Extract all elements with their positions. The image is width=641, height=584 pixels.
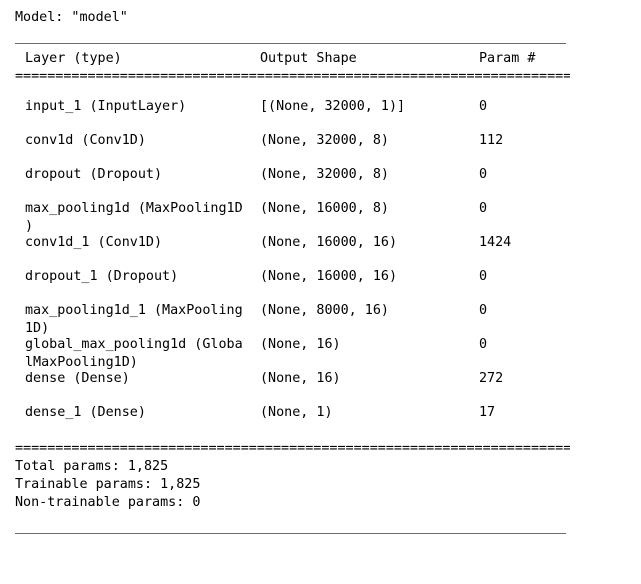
summary-top-rule: [15, 43, 566, 44]
model-summary: Model: "model" Layer (type) Output Shape…: [15, 0, 625, 534]
layer-name-cell: dense (Dense): [25, 370, 265, 388]
layer-name-line1: global_max_pooling1d (Globa: [25, 337, 243, 352]
totals-spacer: [15, 422, 625, 440]
header-separator-line: ========================================…: [15, 69, 570, 84]
param-count-cell: 0: [479, 201, 488, 216]
table-row: global_max_pooling1d (Globa lMaxPooling1D…: [15, 336, 625, 370]
layer-name-line1: dropout (Dropout): [25, 167, 163, 182]
layer-name-cell: conv1d (Conv1D): [25, 132, 265, 150]
param-count-cell: 1424: [479, 235, 512, 250]
output-shape-cell: (None, 16000, 8): [260, 201, 389, 216]
table-row: conv1d (Conv1D) (None, 32000, 8) 112: [15, 132, 625, 150]
layer-name-line1: max_pooling1d (MaxPooling1D: [25, 201, 243, 216]
column-header-param: Param #: [479, 51, 536, 66]
total-params: Total params: 1,825: [15, 459, 169, 474]
layer-name-cell: dense_1 (Dense): [25, 404, 265, 422]
output-shape-cell: (None, 32000, 8): [260, 133, 389, 148]
layer-name-cell: input_1 (InputLayer): [25, 98, 265, 116]
layer-table-body: input_1 (InputLayer) [(None, 32000, 1)] …: [15, 98, 625, 422]
output-shape-cell: (None, 32000, 8): [260, 167, 389, 182]
model-title: Model: "model": [15, 10, 128, 25]
param-count-cell: 0: [479, 167, 488, 182]
trainable-params: Trainable params: 1,825: [15, 477, 201, 492]
param-count-cell: 0: [479, 303, 488, 318]
param-count-cell: 272: [479, 371, 504, 386]
layer-name-cell: dropout (Dropout): [25, 166, 265, 184]
table-row: dropout_1 (Dropout) (None, 16000, 16) 0: [15, 268, 625, 286]
layer-name-cell: max_pooling1d (MaxPooling1D): [25, 200, 265, 236]
layer-name-cell: max_pooling1d_1 (MaxPooling 1D): [25, 302, 265, 338]
layer-name-line1: conv1d (Conv1D): [25, 133, 146, 148]
layer-name-cell: conv1d_1 (Conv1D): [25, 234, 265, 252]
output-shape-cell: (None, 16000, 16): [260, 235, 398, 250]
output-shape-cell: (None, 16): [260, 371, 341, 386]
column-header-layer: Layer (type): [25, 51, 122, 66]
param-count-cell: 17: [479, 405, 496, 420]
param-count-cell: 112: [479, 133, 504, 148]
output-shape-cell: (None, 1): [260, 405, 333, 420]
table-row: max_pooling1d_1 (MaxPooling 1D) (None, 80…: [15, 302, 625, 336]
table-row: dense (Dense) (None, 16) 272: [15, 370, 625, 388]
totals-separator-line: ========================================…: [15, 441, 570, 456]
table-row: dropout (Dropout) (None, 32000, 8) 0: [15, 166, 625, 184]
layer-name-cell: global_max_pooling1d (Globa lMaxPooling1D…: [25, 336, 265, 372]
layer-name-line1: dense (Dense): [25, 371, 130, 386]
layer-name-line1: max_pooling1d_1 (MaxPooling: [25, 303, 243, 318]
layer-name-line1: conv1d_1 (Conv1D): [25, 235, 163, 250]
non-trainable-params: Non-trainable params: 0: [15, 495, 201, 510]
layer-name-line1: input_1 (InputLayer): [25, 99, 187, 114]
table-row: dense_1 (Dense) (None, 1) 17: [15, 404, 625, 422]
table-row: conv1d_1 (Conv1D) (None, 16000, 16) 1424: [15, 234, 625, 252]
table-header-row: Layer (type) Output Shape Param #: [15, 50, 625, 68]
output-shape-cell: (None, 16): [260, 337, 341, 352]
layer-name-cell: dropout_1 (Dropout): [25, 268, 265, 286]
param-count-cell: 0: [479, 337, 488, 352]
layer-name-line1: dense_1 (Dense): [25, 405, 146, 420]
table-row: max_pooling1d (MaxPooling1D) (None, 1600…: [15, 200, 625, 234]
table-row: input_1 (InputLayer) [(None, 32000, 1)] …: [15, 98, 625, 116]
layer-name-line1: dropout_1 (Dropout): [25, 269, 179, 284]
totals-block: Total params: 1,825 Trainable params: 1,…: [15, 458, 625, 512]
summary-bottom-rule: [15, 533, 566, 534]
param-count-cell: 0: [479, 269, 488, 284]
column-header-output-shape: Output Shape: [260, 51, 357, 66]
output-shape-cell: (None, 8000, 16): [260, 303, 389, 318]
output-shape-cell: (None, 16000, 16): [260, 269, 398, 284]
output-shape-cell: [(None, 32000, 1)]: [260, 99, 406, 114]
param-count-cell: 0: [479, 99, 488, 114]
